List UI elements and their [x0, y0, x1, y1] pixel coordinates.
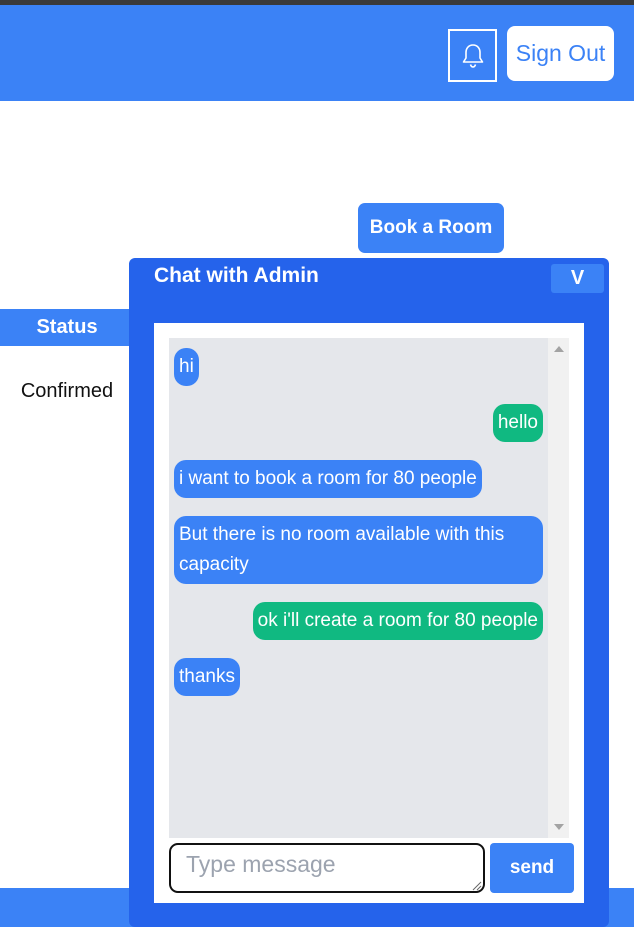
scroll-up-arrow-icon[interactable] [554, 346, 564, 352]
chat-title: Chat with Admin [154, 264, 319, 287]
book-room-button[interactable]: Book a Room [358, 203, 504, 253]
message-bubble-user: i want to book a room for 80 people [174, 460, 482, 498]
bell-icon [462, 43, 483, 68]
message-input[interactable] [169, 843, 485, 893]
message-bubble-user: But there is no room available with this… [174, 516, 543, 584]
resize-grip-icon[interactable] [472, 881, 482, 891]
message-list[interactable]: hi hello i want to book a room for 80 pe… [169, 338, 569, 838]
message-scrollbar[interactable] [548, 338, 569, 838]
send-button[interactable]: send [490, 843, 574, 893]
message-bubble-user: thanks [174, 658, 240, 696]
top-header: Sign Out [0, 5, 634, 101]
chat-panel: Chat with Admin V hi hello i want to boo… [129, 258, 609, 927]
notifications-button[interactable] [448, 29, 497, 82]
status-column-header: Status [0, 309, 140, 346]
message-bubble-user: hi [174, 348, 199, 386]
message-bubble-admin: hello [492, 404, 543, 442]
status-cell: Confirmed [20, 379, 114, 402]
chat-body: hi hello i want to book a room for 80 pe… [154, 323, 584, 903]
scroll-down-arrow-icon[interactable] [554, 824, 564, 830]
sign-out-button[interactable]: Sign Out [507, 26, 614, 81]
collapse-chat-button[interactable]: V [551, 264, 604, 293]
message-stack: hi hello i want to book a room for 80 pe… [174, 348, 543, 696]
message-bubble-admin: ok i'll create a room for 80 people [252, 602, 543, 640]
